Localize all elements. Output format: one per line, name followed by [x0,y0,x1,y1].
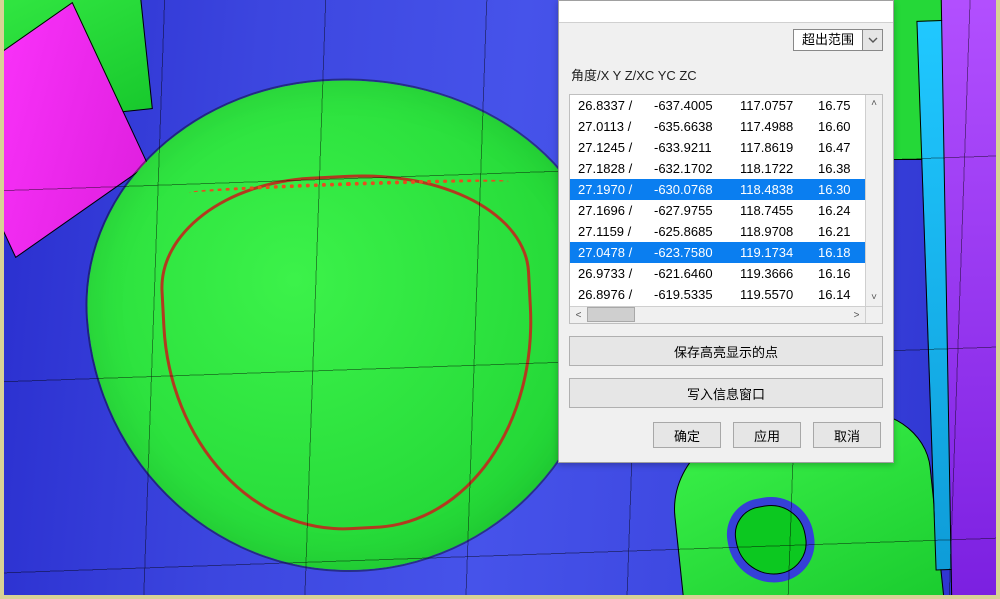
analysis-dialog: 超出范围 角度/X Y Z/XC YC ZC 26.8337 /-637.400… [558,0,894,463]
points-list-row[interactable]: 26.9733 /-621.6460119.366616.16 [570,263,882,284]
row-angle: 27.0478 / [578,244,654,262]
row-angle: 27.1970 / [578,181,654,199]
row-x: -627.9755 [654,202,740,220]
row-z: 16.75 [818,97,860,115]
row-angle: 27.1159 / [578,223,654,241]
cancel-button[interactable]: 取消 [813,422,881,448]
row-y: 118.9708 [740,223,818,241]
points-list-row[interactable]: 27.1828 /-632.1702118.172216.38 [570,158,882,179]
row-z: 16.47 [818,139,860,157]
horizontal-scroll-thumb[interactable] [587,307,635,322]
scroll-up-button[interactable]: ˄ [866,95,883,112]
button-label: 取消 [834,426,860,445]
range-dropdown-value[interactable]: 超出范围 [793,29,863,51]
row-x: -632.1702 [654,160,740,178]
row-y: 117.8619 [740,139,818,157]
row-x: -635.6638 [654,118,740,136]
row-angle: 27.0113 / [578,118,654,136]
row-angle: 27.1696 / [578,202,654,220]
button-label: 保存高亮显示的点 [674,342,778,361]
row-x: -619.5335 [654,286,740,304]
points-list-row[interactable]: 26.8976 /-619.5335119.557016.14 [570,284,882,305]
row-x: -621.6460 [654,265,740,283]
row-z: 16.14 [818,286,860,304]
range-dropdown[interactable]: 超出范围 [793,29,883,51]
row-z: 16.38 [818,160,860,178]
row-x: -623.7580 [654,244,740,262]
row-y: 117.4988 [740,118,818,136]
row-y: 119.5570 [740,286,818,304]
write-info-window-button[interactable]: 写入信息窗口 [569,378,883,408]
row-x: -630.0768 [654,181,740,199]
button-label: 确定 [674,426,700,445]
cad-viewport[interactable]: 超出范围 角度/X Y Z/XC YC ZC 26.8337 /-637.400… [0,0,1000,599]
row-y: 118.7455 [740,202,818,220]
scroll-left-button[interactable]: ˂ [570,307,587,324]
row-x: -625.8685 [654,223,740,241]
row-y: 118.4838 [740,181,818,199]
row-x: -637.4005 [654,97,740,115]
row-angle: 26.9733 / [578,265,654,283]
dialog-titlebar[interactable] [559,1,893,23]
points-list-row[interactable]: 27.1970 /-630.0768118.483816.30 [570,179,882,200]
row-angle: 27.1828 / [578,160,654,178]
points-list-row[interactable]: 26.8337 /-637.4005117.075716.75 [570,95,882,116]
row-angle: 27.1245 / [578,139,654,157]
row-y: 119.1734 [740,244,818,262]
points-list-row[interactable]: 27.1159 /-625.8685118.970816.21 [570,221,882,242]
row-z: 16.30 [818,181,860,199]
save-highlighted-points-button[interactable]: 保存高亮显示的点 [569,336,883,366]
button-label: 写入信息窗口 [687,384,765,403]
row-y: 118.1722 [740,160,818,178]
row-z: 16.21 [818,223,860,241]
points-list-row[interactable]: 27.1696 /-627.9755118.745516.24 [570,200,882,221]
ok-button[interactable]: 确定 [653,422,721,448]
points-list-row[interactable]: 27.0478 /-623.7580119.173416.18 [570,242,882,263]
points-list-row[interactable]: 27.1245 /-633.9211117.861916.47 [570,137,882,158]
vertical-scrollbar[interactable]: ˄ ˅ [865,95,882,306]
row-z: 16.60 [818,118,860,136]
row-y: 117.0757 [740,97,818,115]
row-y: 119.3666 [740,265,818,283]
apply-button[interactable]: 应用 [733,422,801,448]
range-dropdown-button[interactable] [863,29,883,51]
scrollbar-corner [865,306,882,323]
row-z: 16.24 [818,202,860,220]
row-angle: 26.8976 / [578,286,654,304]
scroll-down-button[interactable]: ˅ [866,289,883,306]
row-z: 16.18 [818,244,860,262]
chevron-down-icon [868,33,878,48]
horizontal-scrollbar[interactable]: ˂ ˃ [570,306,865,323]
button-label: 应用 [754,426,780,445]
columns-header: 角度/X Y Z/XC YC ZC [559,59,893,90]
points-list-row[interactable]: 27.0113 /-635.6638117.498816.60 [570,116,882,137]
scroll-right-button[interactable]: ˃ [848,307,865,324]
row-z: 16.16 [818,265,860,283]
row-angle: 26.8337 / [578,97,654,115]
row-x: -633.9211 [654,139,740,157]
points-list[interactable]: 26.8337 /-637.4005117.075716.7527.0113 /… [569,94,883,324]
